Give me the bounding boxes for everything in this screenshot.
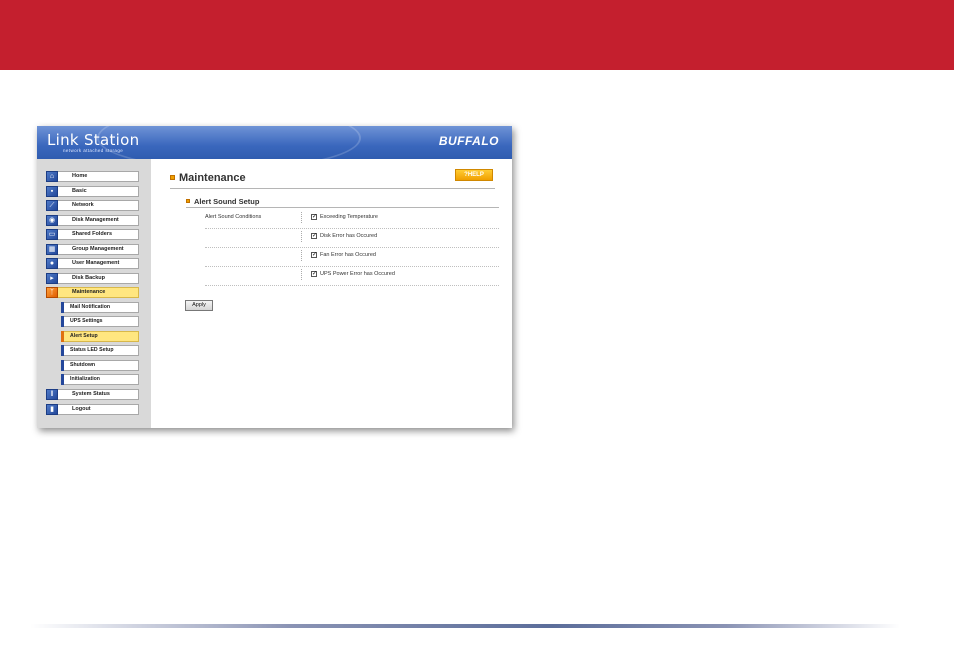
sidebar-item-group-management[interactable]: ▦ Group Management	[46, 244, 139, 255]
sidebar-subitem-label: Initialization	[70, 376, 100, 382]
subitem-marker	[61, 316, 64, 327]
basic-settings-icon: ▪	[46, 186, 58, 197]
column-divider	[301, 269, 302, 280]
sidebar-subitem-label: Mail Notification	[70, 304, 111, 310]
section-title: Alert Sound Setup	[194, 197, 260, 206]
product-logo: Link Station	[47, 131, 140, 149]
sidebar-item-system-status[interactable]: ǁ System Status	[46, 389, 139, 400]
subitem-marker	[61, 374, 64, 385]
sidebar-item-label: Logout	[72, 406, 91, 412]
column-divider	[301, 250, 302, 261]
sidebar-subitem-label: Status LED Setup	[70, 347, 114, 353]
sidebar-subitem-mail-notification[interactable]: Mail Notification	[61, 302, 139, 313]
option-label: UPS Power Error has Occured	[320, 271, 395, 277]
sidebar-item-shared-folders[interactable]: ▭ Shared Folders	[46, 229, 139, 240]
option-label: Fan Error has Occured	[320, 252, 376, 258]
subitem-marker	[61, 302, 64, 313]
sidebar-item-home[interactable]: ⌂ Home	[46, 171, 139, 182]
backup-icon: ▸	[46, 273, 58, 284]
option-row: ✓ UPS Power Error has Occured	[205, 266, 499, 286]
sidebar-item-label: Basic	[72, 188, 87, 194]
column-divider	[301, 212, 302, 223]
network-icon: ⟋	[46, 200, 58, 211]
ups-power-error-checkbox[interactable]: ✓	[311, 271, 317, 277]
option-row: ✓ Disk Error has Occured	[205, 228, 499, 248]
sidebar-item-label: Disk Backup	[72, 275, 106, 281]
user-icon: ●	[46, 258, 58, 269]
sidebar-item-label: Shared Folders	[72, 231, 113, 237]
subitem-marker	[61, 331, 64, 342]
sidebar-item-logout[interactable]: ▮ Logout	[46, 404, 139, 415]
disk-icon: ◉	[46, 215, 58, 226]
sidebar-item-user-management[interactable]: ● User Management	[46, 258, 139, 269]
sidebar: ⌂ Home ▪ Basic ⟋ Network ◉ Disk Manageme…	[37, 159, 151, 428]
subitem-marker	[61, 345, 64, 356]
logout-icon: ▮	[46, 404, 58, 415]
top-red-band	[0, 0, 954, 70]
sidebar-subitem-alert-setup[interactable]: Alert Setup	[61, 331, 139, 342]
sidebar-item-label: Home	[72, 173, 88, 179]
section-header: Alert Sound Setup	[186, 197, 499, 208]
section-bullet-icon	[186, 199, 190, 203]
sidebar-item-label: User Management	[72, 260, 120, 266]
sidebar-subitem-status-led-setup[interactable]: Status LED Setup	[61, 345, 139, 356]
bottom-divider	[30, 624, 900, 628]
sidebar-subitem-label: Alert Setup	[70, 333, 98, 339]
sidebar-subitem-label: Shutdown	[70, 362, 96, 368]
option-label: Disk Error has Occured	[320, 233, 378, 239]
status-icon: ǁ	[46, 389, 58, 400]
title-bullet-icon	[170, 175, 175, 180]
sidebar-subitem-ups-settings[interactable]: UPS Settings	[61, 316, 139, 327]
home-icon: ⌂	[46, 171, 58, 182]
sidebar-item-maintenance[interactable]: ᛉ Maintenance	[46, 287, 139, 298]
disk-error-checkbox[interactable]: ✓	[311, 233, 317, 239]
folder-icon: ▭	[46, 229, 58, 240]
page-title: Maintenance	[179, 172, 246, 184]
exceeding-temperature-checkbox[interactable]: ✓	[311, 214, 317, 220]
brand-logo: BUFFALO	[438, 134, 499, 148]
page-header: Maintenance ?HELP	[170, 169, 495, 189]
option-label: Exceeding Temperature	[320, 214, 378, 220]
sidebar-subitem-initialization[interactable]: Initialization	[61, 374, 139, 385]
sidebar-item-label: Network	[72, 202, 94, 208]
sidebar-subitem-shutdown[interactable]: Shutdown	[61, 360, 139, 371]
main-content: Maintenance ?HELP Alert Sound Setup Aler…	[151, 159, 512, 428]
sidebar-item-label: Disk Management	[72, 217, 119, 223]
sidebar-item-basic[interactable]: ▪ Basic	[46, 186, 139, 197]
field-label: Alert Sound Conditions	[205, 214, 262, 220]
apply-button[interactable]: Apply	[185, 300, 213, 311]
option-row: Alert Sound Conditions ✓ Exceeding Tempe…	[205, 209, 499, 229]
help-button[interactable]: ?HELP	[455, 169, 493, 181]
sidebar-item-disk-backup[interactable]: ▸ Disk Backup	[46, 273, 139, 284]
sidebar-item-label: Maintenance	[72, 289, 106, 295]
sidebar-item-label: Group Management	[72, 246, 124, 252]
wrench-icon: ᛉ	[46, 287, 58, 298]
product-subtitle: network attached storage	[63, 148, 124, 153]
sidebar-item-disk-management[interactable]: ◉ Disk Management	[46, 215, 139, 226]
sidebar-subitem-label: UPS Settings	[70, 318, 103, 324]
sidebar-item-network[interactable]: ⟋ Network	[46, 200, 139, 211]
linkstation-screenshot: Link Station network attached storage BU…	[37, 126, 512, 428]
header-banner: Link Station network attached storage BU…	[37, 126, 512, 170]
fan-error-checkbox[interactable]: ✓	[311, 252, 317, 258]
column-divider	[301, 231, 302, 242]
subitem-marker	[61, 360, 64, 371]
group-icon: ▦	[46, 244, 58, 255]
option-row: ✓ Fan Error has Occured	[205, 247, 499, 267]
sidebar-item-label: System Status	[72, 391, 110, 397]
